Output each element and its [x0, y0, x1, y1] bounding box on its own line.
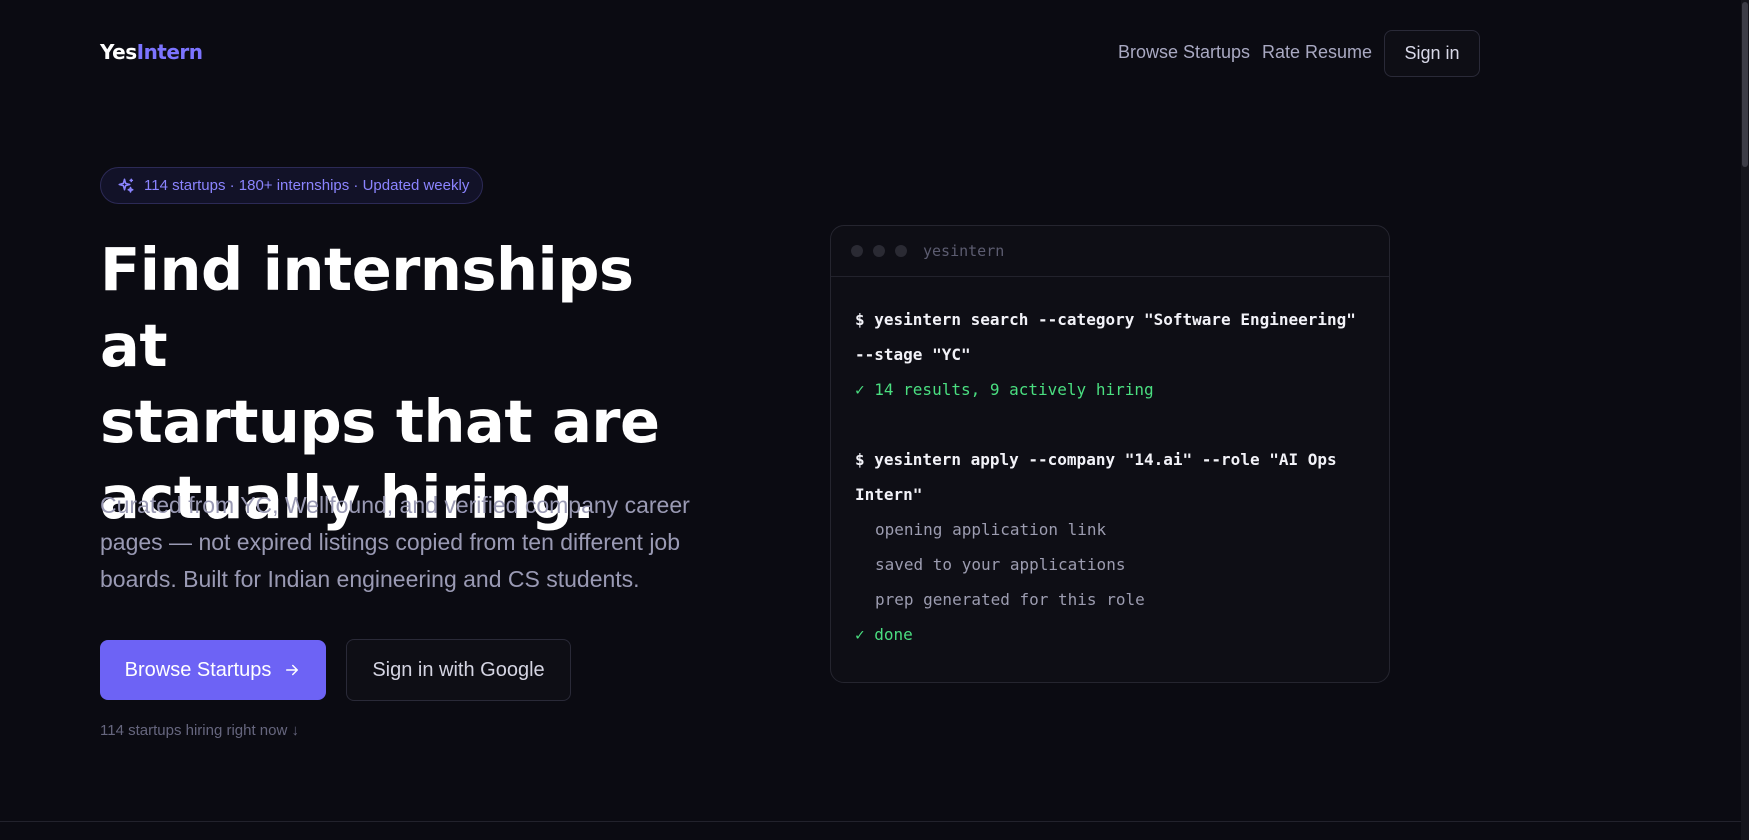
- sparkles-icon: [118, 178, 134, 193]
- startups-hiring-hint[interactable]: 114 startups hiring right now ↓: [100, 722, 299, 739]
- terminal-window: yesintern $ yesintern search --category …: [830, 225, 1390, 683]
- logo-part-intern: Intern: [136, 40, 203, 64]
- terminal-output-line: opening application link: [875, 520, 1107, 539]
- arrow-right-icon: [286, 664, 299, 676]
- browse-startups-button[interactable]: Browse Startups: [100, 640, 326, 700]
- nav-browse-startups-link[interactable]: Browse Startups: [1118, 42, 1250, 63]
- terminal-done-line: ✓ done: [855, 625, 913, 644]
- scrollbar-thumb[interactable]: [1742, 2, 1748, 167]
- browse-startups-label: Browse Startups: [124, 658, 272, 681]
- google-signin-button[interactable]: Sign in with Google: [346, 639, 571, 701]
- signin-button[interactable]: Sign in: [1384, 30, 1480, 77]
- terminal-body: $ yesintern search --category "Software …: [831, 277, 1389, 652]
- stats-badge-text: 114 startups · 180+ internships · Update…: [144, 177, 470, 194]
- terminal-output-line: prep generated for this role: [875, 590, 1145, 609]
- terminal-titlebar: yesintern: [831, 226, 1389, 277]
- stats-badge: 114 startups · 180+ internships · Update…: [100, 167, 483, 204]
- terminal-title: yesintern: [923, 242, 1005, 260]
- hero-title-line: Find internships at: [100, 235, 634, 380]
- terminal-output-line: saved to your applications: [875, 555, 1126, 574]
- window-dot-icon: [895, 245, 907, 257]
- nav-rate-resume-link[interactable]: Rate Resume: [1262, 42, 1372, 63]
- terminal-command: $ yesintern apply --company "14.ai" --ro…: [855, 450, 1337, 504]
- hero-title-line: startups that are: [100, 387, 660, 456]
- window-dot-icon: [873, 245, 885, 257]
- section-divider: [0, 821, 1749, 822]
- terminal-command: $ yesintern search --category "Software …: [855, 310, 1356, 364]
- terminal-spacer: [855, 407, 1365, 442]
- top-nav: YesIntern Browse Startups Rate Resume Si…: [0, 0, 1749, 106]
- logo-part-yes: Yes: [100, 40, 137, 64]
- terminal-success-line: ✓ 14 results, 9 actively hiring: [855, 380, 1154, 399]
- hero-subtitle: Curated from YC, Wellfound, and verified…: [100, 492, 690, 592]
- logo[interactable]: YesIntern: [100, 40, 203, 64]
- window-dot-icon: [851, 245, 863, 257]
- page-scrollbar[interactable]: [1741, 0, 1749, 840]
